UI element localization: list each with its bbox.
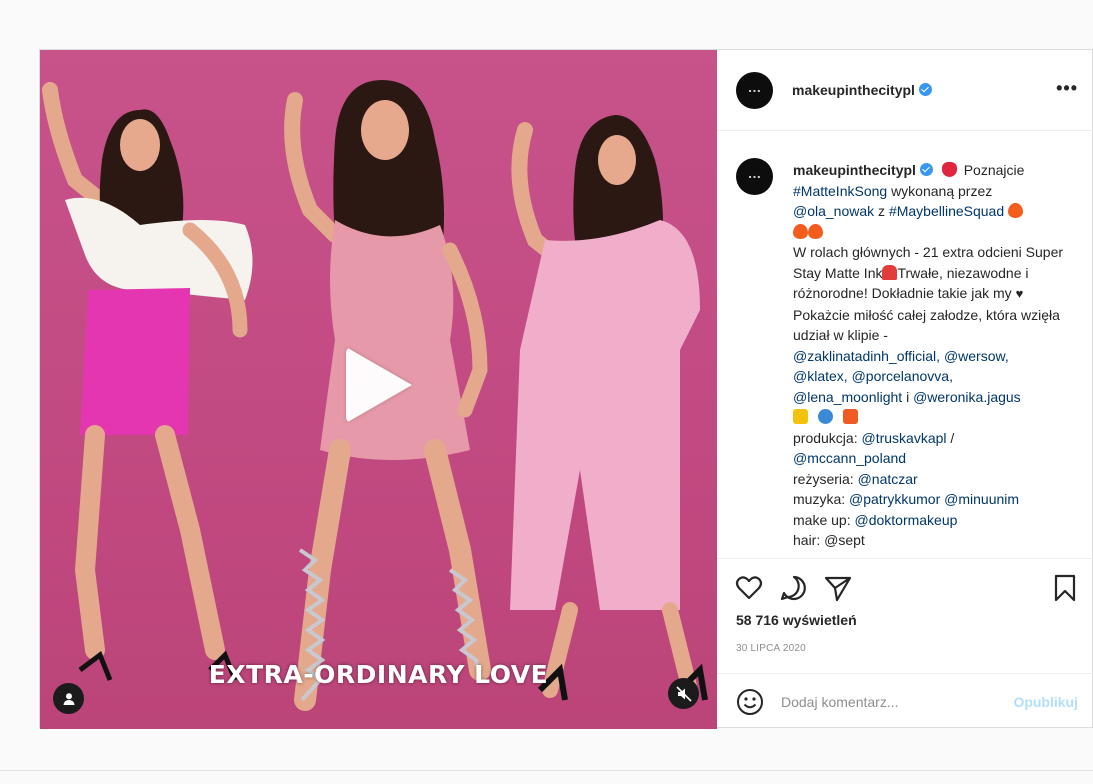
caption-text: wykonaną przez: [891, 182, 993, 199]
video-overlay-text: EXTRA-ORDINARY LOVE: [208, 660, 549, 689]
caption-text: make up:: [793, 511, 851, 528]
mention-link[interactable]: @lena_moonlight: [793, 389, 902, 405]
mention-link[interactable]: @truskavkapl: [861, 430, 946, 446]
fire-emoji-icon: [793, 223, 808, 239]
post-date[interactable]: 30 LIPCA 2020: [736, 643, 806, 654]
avatar-logo-icon: ▪ ▪ ▪: [748, 174, 761, 179]
play-icon[interactable]: [346, 347, 412, 423]
emoji-smile-icon[interactable]: [736, 688, 764, 716]
avatar[interactable]: ▪ ▪ ▪: [736, 72, 773, 109]
more-options-button[interactable]: •••: [1056, 78, 1078, 99]
bookmark-icon[interactable]: [1050, 573, 1080, 603]
post-sidebar: ▪ ▪ ▪ makeupinthecitypl ••• ▪ ▪ ▪ makeup…: [717, 50, 1093, 729]
lips-emoji-icon: [941, 162, 957, 177]
mention-link[interactable]: @doktormakeup: [854, 512, 957, 528]
mention-link[interactable]: @natczar: [858, 471, 918, 487]
comments-area[interactable]: ▪ ▪ ▪ makeupinthecitypl Poznajcie #Matte…: [717, 132, 1093, 558]
hashtag-link[interactable]: #MatteInkSong: [793, 183, 887, 199]
avatar-logo-icon: ▪ ▪ ▪: [748, 88, 761, 93]
mention-link[interactable]: @zaklinatadinh_official,: [793, 348, 940, 364]
header-user: makeupinthecitypl: [792, 82, 932, 100]
post-actions: 58 716 wyświetleń 30 LIPCA 2020: [717, 558, 1093, 673]
muted-speaker-icon: [675, 685, 692, 702]
fire-emoji-icon: [808, 223, 823, 239]
comment-icon[interactable]: [779, 573, 809, 603]
share-icon[interactable]: [823, 573, 853, 603]
caption-avatar[interactable]: ▪ ▪ ▪: [736, 158, 773, 195]
video-player[interactable]: EXTRA-ORDINARY LOVE: [40, 50, 717, 729]
caption-text: Pokażcie miłość całej załodze, która wzi…: [793, 306, 1060, 344]
verified-badge-icon: [919, 163, 933, 176]
eyes-emoji-icon: [817, 409, 833, 424]
user-icon: [63, 692, 74, 705]
page-divider: [0, 770, 1093, 771]
caption-text: muzyka:: [793, 491, 846, 507]
header-username[interactable]: makeupinthecitypl: [792, 82, 915, 98]
caption-text: i: [906, 388, 910, 405]
caption-text: reżyseria:: [793, 470, 854, 487]
more-dots-icon: •••: [1056, 78, 1078, 98]
comment-input[interactable]: Dodaj komentarz...: [781, 694, 899, 710]
mute-button[interactable]: [668, 678, 699, 709]
mention-link[interactable]: @ola_nowak: [793, 203, 874, 219]
dancer-right: [510, 115, 708, 701]
mention-link[interactable]: @mccann_poland: [793, 450, 906, 466]
mention-link[interactable]: @patrykkumor: [849, 491, 940, 507]
mention-link[interactable]: @wersow,: [944, 348, 1009, 364]
view-count[interactable]: 58 716 wyświetleń: [736, 612, 857, 628]
user-tags-button[interactable]: [53, 683, 84, 714]
caption-text: z: [878, 203, 886, 219]
crown-emoji-icon: [793, 409, 808, 424]
caption-text: hair: @sept: [793, 532, 865, 548]
collision-emoji-icon: [842, 409, 858, 424]
caption-text: Poznajcie: [963, 162, 1025, 178]
fire-emoji-icon: [1008, 203, 1024, 218]
mention-link[interactable]: @klatex,: [793, 368, 848, 384]
instagram-post: EXTRA-ORDINARY LOVE ▪ ▪ ▪ makeupinthecit…: [39, 49, 1093, 729]
publish-button[interactable]: Opublikuj: [1013, 694, 1078, 710]
caption-text: produkcja:: [793, 429, 858, 446]
add-comment-bar: Dodaj komentarz... Opublikuj: [717, 673, 1093, 729]
lipstick-emoji-icon: [882, 264, 898, 280]
caption-username[interactable]: makeupinthecitypl: [793, 162, 916, 178]
hashtag-link[interactable]: #MaybellineSquad: [889, 203, 1004, 219]
mention-link[interactable]: @porcelanovva,: [852, 368, 953, 384]
post-header: ▪ ▪ ▪ makeupinthecitypl •••: [717, 50, 1093, 131]
mention-link[interactable]: @minuunim: [944, 491, 1019, 507]
mention-link[interactable]: @weronika.jagus: [913, 389, 1021, 405]
heart-icon[interactable]: [734, 573, 764, 603]
caption: makeupinthecitypl Poznajcie #MatteInkSon…: [793, 160, 1083, 551]
dancer-left: [42, 82, 253, 681]
caption-text: /: [950, 429, 955, 446]
verified-badge-icon: [918, 83, 932, 96]
black-heart-icon: ♥: [1015, 286, 1024, 301]
